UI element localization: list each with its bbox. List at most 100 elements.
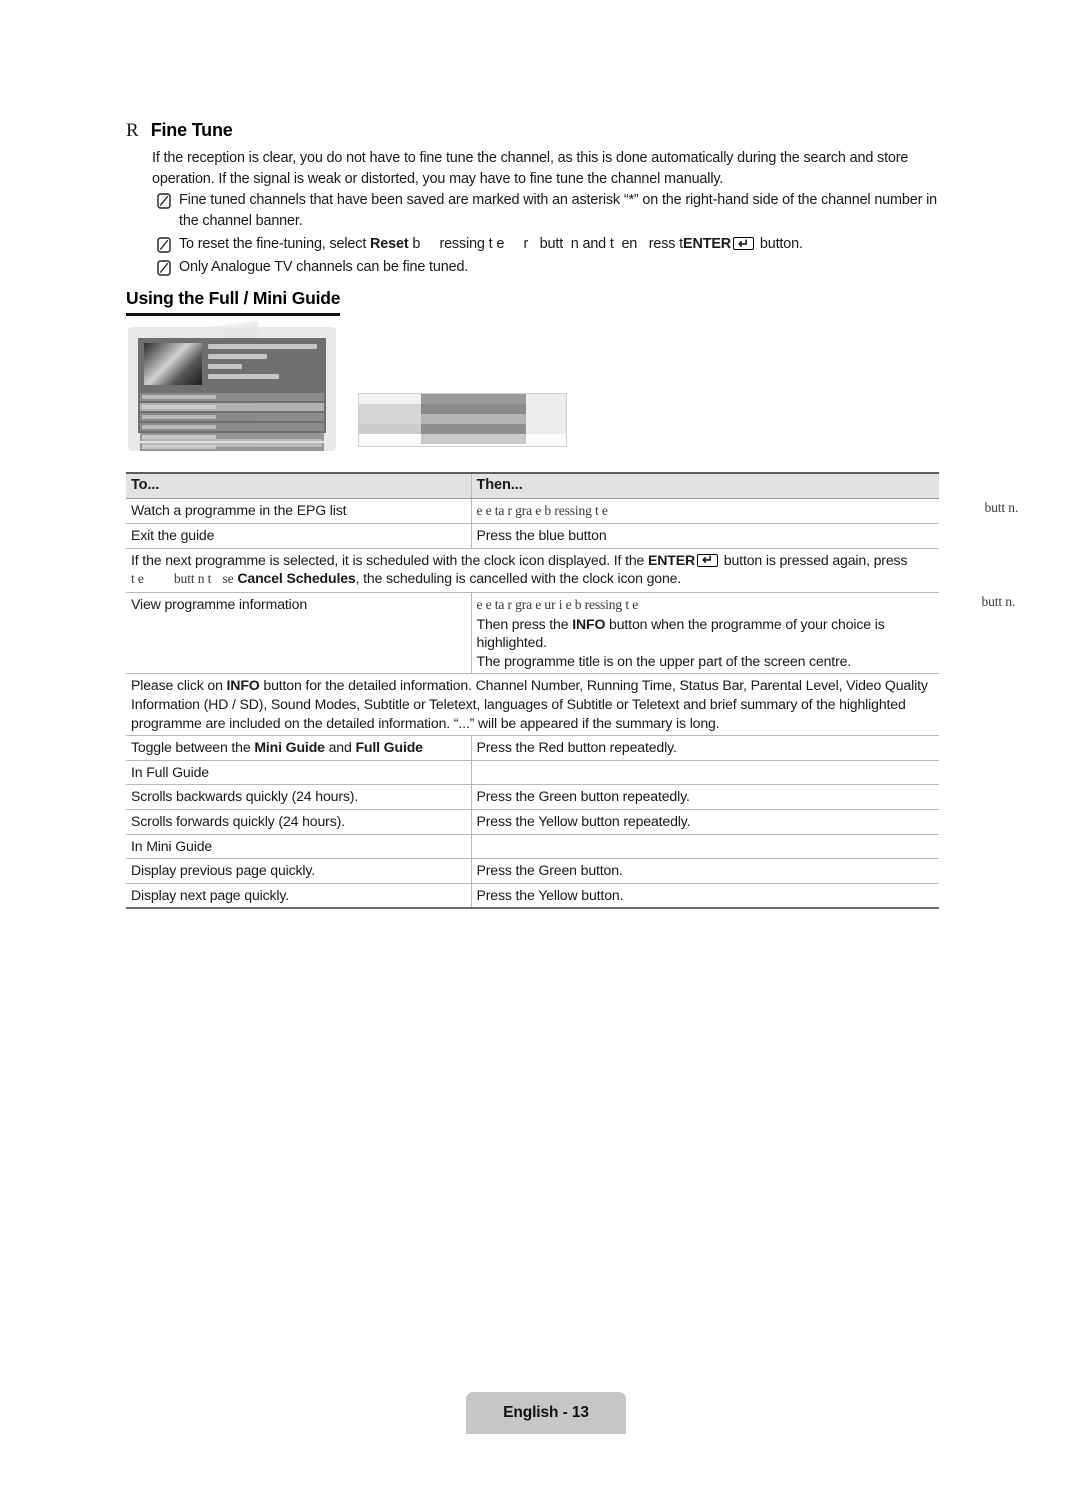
row-action-faded-text: e e ta r gra e ur i e b ressing t e	[476, 596, 639, 612]
reset-label: Reset	[370, 236, 409, 252]
row-action: e e ta r gra e ur i e b ressing t e butt…	[471, 591, 1015, 675]
table-row: Scrolls forwards quickly (24 hours). Pre…	[126, 808, 939, 835]
note-text: Fine tuned channels that have been saved…	[179, 192, 937, 229]
cancel-schedules-label: Cancel Schedules	[237, 570, 356, 587]
info-line-pre: Then press the	[476, 615, 573, 632]
note-reset-mid-e: butt	[539, 236, 564, 252]
row-action: Press the blue button	[471, 523, 939, 549]
colour-button-bar	[142, 439, 322, 447]
enter-label: ENTER	[648, 551, 696, 568]
schedule-note-faded-b: butt n t	[173, 571, 212, 587]
note-reset-post: button.	[756, 236, 803, 252]
row-label: Watch a programme in the EPG list	[126, 497, 472, 525]
schedule-note-text-c: , the scheduling is cancelled with the c…	[355, 570, 682, 587]
row-action-line: Then press the INFO button when the prog…	[477, 615, 935, 652]
row-action: Press the Green button.	[471, 858, 939, 884]
mini-row	[359, 414, 566, 424]
full-guide-screen	[138, 338, 326, 451]
note-reset-mid-c: e	[496, 236, 505, 252]
table-row: Exit the guide Press the blue button	[126, 523, 939, 549]
row-label: In Mini Guide	[126, 833, 472, 860]
toggle-mid: and	[324, 739, 356, 756]
programme-grid	[140, 393, 324, 451]
note-item: To reset the fine-tuning, select Reset b…	[157, 234, 957, 255]
table-row: View programme information e e ta r gra …	[126, 591, 1015, 675]
row-label: Display next page quickly.	[126, 882, 472, 910]
table-note-row: Please click on INFO button for the deta…	[126, 673, 939, 737]
note-icon	[157, 193, 171, 209]
grid-row	[140, 393, 324, 401]
table-row: In Mini Guide	[126, 833, 939, 860]
note-item: Only Analogue TV channels can be fine tu…	[157, 257, 957, 278]
info-label: INFO	[572, 615, 606, 632]
schedule-note-text-a: If the next programme is selected, it is…	[131, 551, 648, 568]
schedule-note-text-b: button is pressed again, press	[720, 551, 908, 568]
note-reset-mid-f: n and t	[570, 236, 614, 252]
schedule-note-faded-c: se	[222, 571, 234, 587]
note-text-reset: To reset the fine-tuning, select Reset b…	[179, 234, 803, 255]
mini-row	[359, 424, 566, 434]
grid-row	[140, 423, 324, 431]
table-row: Display previous page quickly. Press the…	[126, 858, 939, 884]
row-action-faded-text: e e ta r gra e b ressing t e	[476, 502, 608, 518]
note-reset-mid-h: ress t	[648, 236, 683, 252]
row-label: View programme information	[126, 591, 472, 675]
note-item: Fine tuned channels that have been saved…	[157, 190, 957, 232]
note-icon	[157, 260, 171, 276]
table-header-then: Then...	[471, 471, 939, 499]
grid-row	[140, 413, 324, 421]
note-reset-mid-d: r	[523, 236, 529, 252]
toggle-pre: Toggle between the	[131, 739, 255, 756]
section-marker-icon: R	[126, 120, 139, 141]
table-header-to: To...	[126, 471, 472, 499]
row-action	[471, 759, 939, 786]
table-row: Toggle between the Mini Guide and Full G…	[126, 735, 939, 761]
full-guide-screenshot	[128, 320, 336, 451]
note-text: Only Analogue TV channels can be fine tu…	[179, 259, 469, 275]
row-action: Press the Yellow button.	[471, 882, 939, 910]
intro-paragraph: If the reception is clear, you do not ha…	[152, 150, 909, 187]
table-header-row: To... Then...	[126, 471, 939, 499]
mini-guide-label: Mini Guide	[254, 739, 325, 756]
document-page: R Fine Tune If the reception is clear, y…	[0, 0, 1080, 1488]
row-label: Scrolls forwards quickly (24 hours).	[126, 808, 472, 835]
instruction-table: To... Then... Watch a programme in the E…	[126, 471, 1018, 910]
note-reset-mid-g: en	[621, 236, 638, 252]
schedule-note: If the next programme is selected, it is…	[126, 547, 939, 593]
note-icon	[157, 237, 171, 253]
row-action: Press the Red button repeatedly.	[471, 735, 939, 761]
row-action: e e ta r gra e b ressing t e butt n.	[471, 497, 1018, 525]
enter-key-icon	[697, 553, 719, 567]
row-action: Press the Green button repeatedly.	[471, 784, 939, 810]
info-note: Please click on INFO button for the deta…	[126, 673, 939, 737]
row-action	[471, 833, 939, 860]
preview-thumbnail	[144, 343, 202, 385]
row-action-overflow-text: butt n.	[981, 593, 1016, 609]
section-heading: R Fine Tune	[126, 120, 233, 142]
mini-row	[359, 394, 566, 404]
mini-row-selected	[359, 404, 566, 414]
row-label: Display previous page quickly.	[126, 858, 472, 884]
row-action: Press the Yellow button repeatedly.	[471, 808, 939, 835]
programme-info-lines	[208, 344, 322, 384]
info-label: INFO	[226, 677, 260, 694]
note-list: Fine tuned channels that have been saved…	[157, 190, 957, 280]
table-row: In Full Guide	[126, 759, 939, 786]
table-row: Scrolls backwards quickly (24 hours). Pr…	[126, 784, 939, 810]
table-row: Display next page quickly. Press the Yel…	[126, 882, 939, 910]
row-label-toggle: Toggle between the Mini Guide and Full G…	[126, 735, 472, 761]
note-reset-pre: To reset the fine-tuning, select	[179, 236, 371, 252]
full-guide-label: Full Guide	[355, 739, 423, 756]
enter-key-icon	[733, 237, 755, 250]
info-note-pre: Please click on	[131, 677, 227, 694]
note-reset-mid-a: b	[408, 236, 421, 252]
table-note-row: If the next programme is selected, it is…	[126, 547, 939, 593]
page-title: Fine Tune	[150, 120, 233, 140]
row-action-line: The programme title is on the upper part…	[476, 652, 852, 669]
row-action-overflow-text: butt n.	[984, 499, 1019, 515]
page-footer: English - 13	[466, 1392, 626, 1434]
enter-label: ENTER	[683, 236, 732, 252]
subsection-title: Using the Full / Mini Guide	[126, 288, 341, 316]
mini-guide-screenshot	[358, 393, 567, 447]
grid-row-selected	[140, 403, 324, 411]
